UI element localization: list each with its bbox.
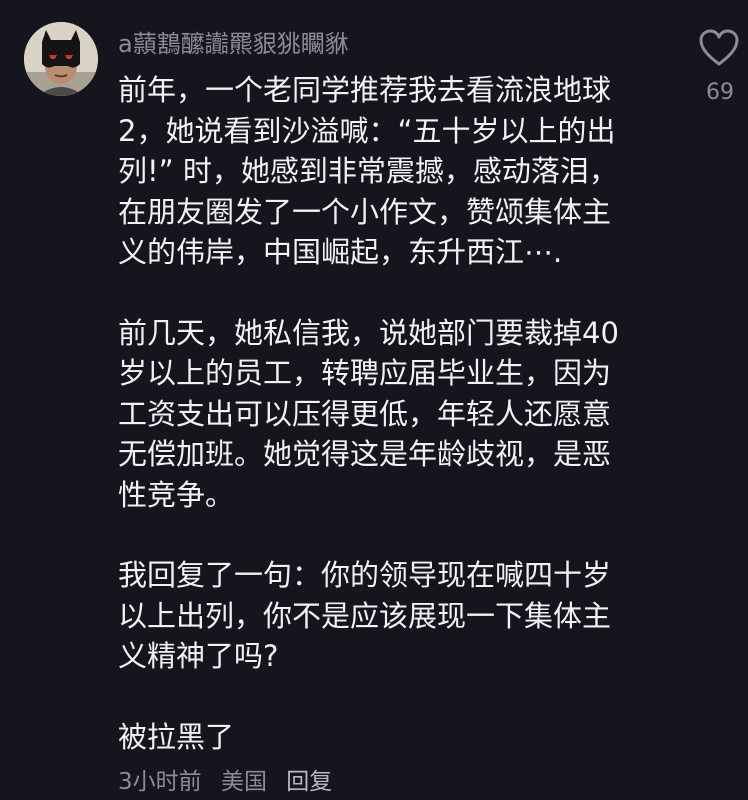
like-count: 69 <box>706 80 734 105</box>
comment-line: 性竞争。 <box>118 477 235 512</box>
comment-line: 义的伟岸，中国崛起，东升西江⋯. <box>118 235 563 269</box>
comment-line: 无偿加班。她觉得这是年龄歧视，是恶 <box>118 437 612 471</box>
comment-text: 前年，一个老同学推荐我去看流浪地球 2，她说看到沙溢喊：“五十岁以上的出 列!”… <box>118 70 678 757</box>
location: 美国 <box>220 769 267 795</box>
batman-mask-avatar-icon <box>24 22 98 96</box>
timestamp: 3小时前 <box>118 769 202 795</box>
heart-outline-icon[interactable] <box>698 28 740 68</box>
comment-paragraph: 我回复了一句：你的领导现在喊四十岁 以上出列，你不是应该展现一下集体主 义精神了… <box>118 555 678 677</box>
username[interactable]: a蘏鶷醿讟羆貇狣矙貅 <box>118 24 349 59</box>
comment-line: 前几天，她私信我，说她部门要裁掉40 <box>118 315 619 350</box>
comment-line: 义精神了吗? <box>118 639 279 673</box>
comment-line: 岁以上的员工，转聘应届毕业生，因为 <box>118 356 612 390</box>
comment-line: 在朋友圈发了一个小作文，赞颂集体主 <box>118 194 612 229</box>
comment-line: 我回复了一句：你的领导现在喊四十岁 <box>118 558 612 592</box>
comment-paragraph: 前年，一个老同学推荐我去看流浪地球 2，她说看到沙溢喊：“五十岁以上的出 列!”… <box>118 70 678 273</box>
comment-line: 以上出列，你不是应该展现一下集体主 <box>118 598 612 633</box>
reply-button[interactable]: 回复 <box>286 769 332 795</box>
comment-line: 工资支出可以压得更低，年轻人还愿意 <box>118 396 612 431</box>
comment-paragraph: 前几天，她私信我，说她部门要裁掉40 岁以上的员工，转聘应届毕业生，因为 工资支… <box>118 313 678 516</box>
comment-meta: 3小时前 美国 回复 <box>118 762 344 796</box>
comment-line: 前年，一个老同学推荐我去看流浪地球 <box>118 73 612 107</box>
avatar[interactable] <box>24 22 98 96</box>
comment-line: 2，她说看到沙溢喊：“五十岁以上的出 <box>118 113 616 148</box>
comment-item: a蘏鶷醿讟羆貇狣矙貅 69 前年，一个老同学推荐我去看流浪地球 2，她说看到沙溢… <box>0 0 748 800</box>
comment-paragraph: 被拉黑了 <box>118 717 678 758</box>
comment-line: 被拉黑了 <box>118 719 235 754</box>
comment-line: 列!” 时，她感到非常震撼，感动落泪， <box>118 154 618 188</box>
